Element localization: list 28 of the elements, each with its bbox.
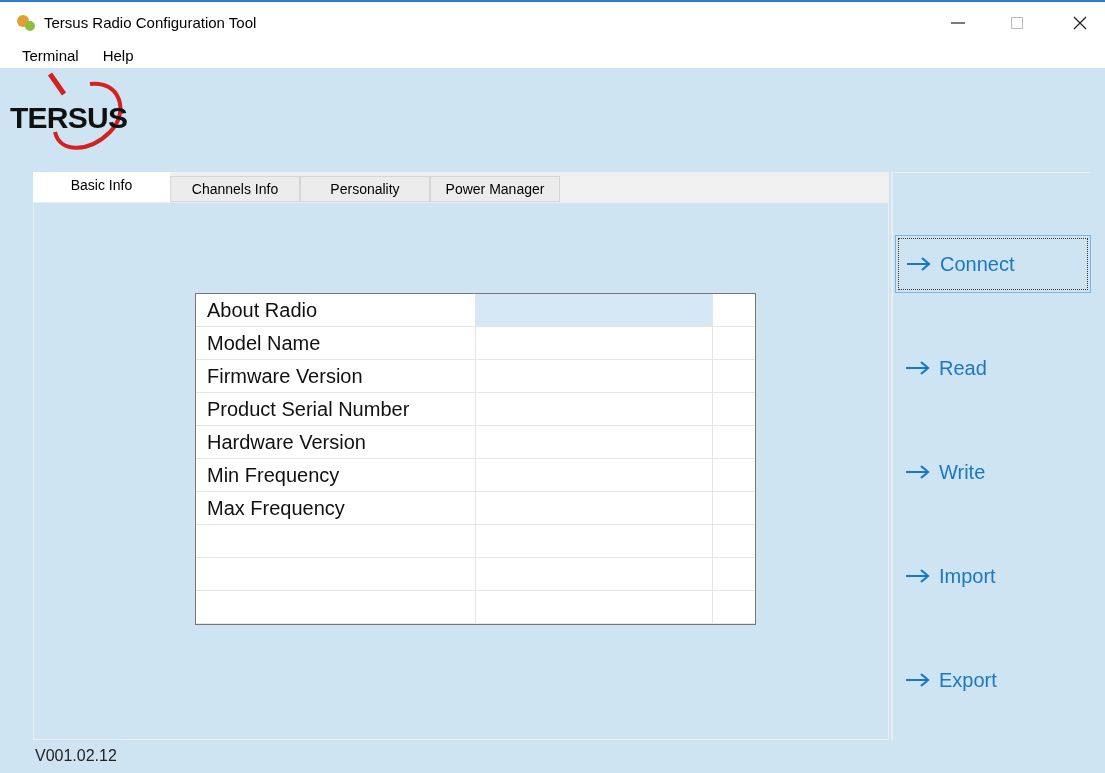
tab[interactable]: Power Manager — [430, 176, 560, 202]
version-label: V001.02.12 — [35, 746, 117, 766]
tab[interactable]: Personality — [300, 176, 430, 202]
table-cell: Max Frequency — [196, 492, 476, 524]
arrow-icon — [905, 464, 931, 480]
arrow-icon — [905, 672, 931, 688]
action-button[interactable]: Connect — [895, 235, 1091, 293]
table-cell: Hardware Version — [196, 426, 476, 458]
action-button[interactable]: Write — [895, 443, 1091, 501]
table-cell: Model Name — [196, 327, 476, 359]
menu-item[interactable]: Terminal — [16, 44, 85, 68]
table-cell: Firmware Version — [196, 360, 476, 392]
window-title: Tersus Radio Configuration Tool — [44, 12, 257, 33]
table-cell: Min Frequency — [196, 459, 476, 491]
tab[interactable]: Basic Info — [33, 172, 170, 202]
arrow-icon — [906, 256, 932, 272]
table-cell: Product Serial Number — [196, 393, 476, 425]
table-cell[interactable] — [476, 294, 713, 326]
action-button[interactable]: Read — [895, 339, 1091, 397]
tab[interactable]: Channels Info — [170, 176, 300, 202]
gears-icon — [16, 14, 36, 32]
close-icon[interactable] — [1073, 16, 1087, 30]
menu-item[interactable]: Help — [96, 44, 140, 68]
action-button[interactable]: Export — [895, 651, 1091, 709]
maximize-icon[interactable] — [1011, 17, 1023, 29]
action-button[interactable]: Import — [895, 547, 1091, 605]
arrow-icon — [905, 360, 931, 376]
arrow-icon — [905, 568, 931, 584]
